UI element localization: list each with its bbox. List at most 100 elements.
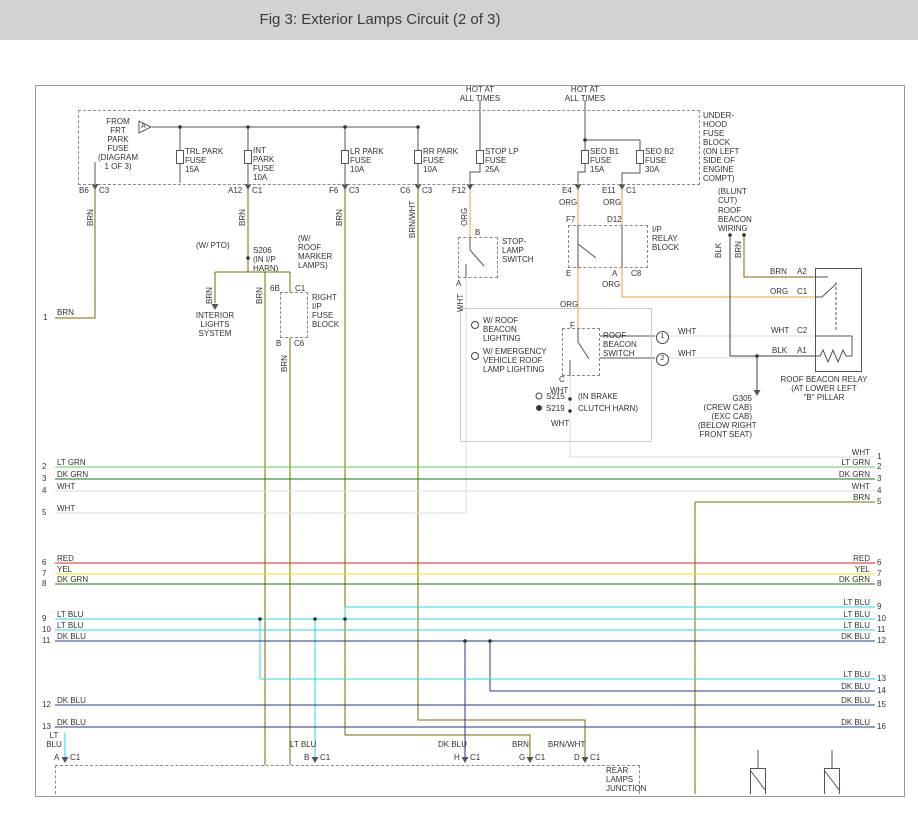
row-right-num-6: 6 bbox=[877, 558, 881, 567]
pin-e11-c1: C1 bbox=[626, 186, 636, 195]
circled-2: 2 bbox=[656, 353, 669, 366]
row-right-num-2: 2 bbox=[877, 462, 881, 471]
pin-a2: A2 bbox=[797, 267, 807, 276]
row-right-label-7: YEL bbox=[830, 565, 870, 574]
pin-f6: F6 bbox=[329, 186, 338, 195]
row-left-num-13: 13 bbox=[42, 722, 51, 731]
wiring-diagram-page: Fig 3: Exterior Lamps Circuit (2 of 3) H… bbox=[0, 0, 918, 820]
row-left-label-2: LT GRN bbox=[57, 458, 86, 467]
note-w-pto: (W/ PTO) bbox=[196, 241, 230, 250]
row-left-label-6: RED bbox=[57, 554, 74, 563]
roof-beacon-switch-label: ROOF BEACON SWITCH bbox=[603, 331, 637, 358]
conn-a-c1: C1 bbox=[70, 753, 80, 762]
row-left-num-3: 3 bbox=[42, 474, 46, 483]
row-left-label-4: WHT bbox=[57, 482, 75, 491]
pin-a: A bbox=[612, 269, 617, 278]
fuse-seo-b2-label: SEO B2 FUSE 30A bbox=[645, 147, 674, 174]
wire-brn-f6: BRN bbox=[335, 209, 344, 226]
row-right-label-10: LT BLU bbox=[830, 610, 870, 619]
row-left-label-9: LT BLU bbox=[57, 610, 83, 619]
wire-wht-circ2: WHT bbox=[678, 349, 696, 358]
interior-lights-system-label: INTERIOR LIGHTS SYSTEM bbox=[188, 311, 242, 338]
hot-at-all-times-1: HOT AT ALL TIMES bbox=[452, 85, 508, 103]
pin-c8: C8 bbox=[631, 269, 641, 278]
row-right-num-7: 7 bbox=[877, 569, 881, 578]
row-left-num-9: 9 bbox=[42, 614, 46, 623]
row-right-num-9: 9 bbox=[877, 602, 881, 611]
row-right-num-13: 13 bbox=[877, 674, 886, 683]
conn-d-pin: D bbox=[574, 753, 580, 762]
pin-f6-c3: C3 bbox=[349, 186, 359, 195]
row-left-label-8: DK GRN bbox=[57, 575, 88, 584]
row-left-num-7: 7 bbox=[42, 569, 46, 578]
wire-brnwht-c6: BRN/WHT bbox=[408, 201, 417, 238]
pin-c6: C6 bbox=[400, 186, 410, 195]
row-right-label-9: LT BLU bbox=[830, 598, 870, 607]
row-right-num-11: 11 bbox=[877, 625, 885, 634]
conn-b-c1: C1 bbox=[320, 753, 330, 762]
note-in-brake: (IN BRAKE bbox=[578, 392, 618, 401]
row-right-num-3: 3 bbox=[877, 474, 881, 483]
note-w-roof-marker-lamps: (W/ ROOF MARKER LAMPS) bbox=[298, 234, 332, 270]
conn-g-pin: G bbox=[519, 753, 525, 762]
note-clutch-harn: CLUTCH HARN) bbox=[578, 404, 638, 413]
pin-6b: 6B bbox=[270, 284, 280, 293]
pin-a12: A12 bbox=[228, 186, 242, 195]
splice-s206-label: S206 (IN I/P HARN) bbox=[253, 246, 278, 273]
row-left-num-6: 6 bbox=[42, 558, 46, 567]
wire-org-a: ORG bbox=[602, 280, 620, 289]
row-left-num-2: 2 bbox=[42, 462, 46, 471]
row-left-num-11: 11 bbox=[42, 636, 50, 645]
wire-org-e: ORG bbox=[560, 300, 578, 309]
wire-org-e4: ORG bbox=[559, 198, 577, 207]
conn-g-c1: C1 bbox=[535, 753, 545, 762]
row-left-num-4: 4 bbox=[42, 486, 46, 495]
fuse-lr-park-label: LR PARK FUSE 10A bbox=[350, 147, 384, 174]
pin-b6-c3: C3 bbox=[99, 186, 109, 195]
row-right-label-15: DK BLU bbox=[830, 696, 870, 705]
wire-brn-a12: BRN bbox=[238, 209, 247, 226]
row-right-num-15: 15 bbox=[877, 700, 886, 709]
pin-stop-a: A bbox=[456, 279, 461, 288]
pin-d12: D12 bbox=[607, 215, 622, 224]
wire-wht-stop: WHT bbox=[456, 294, 465, 312]
conn-g-wire-label: BRN bbox=[512, 740, 529, 749]
row-right-label-4: WHT bbox=[830, 482, 870, 491]
conn-a-pin: A bbox=[54, 753, 59, 762]
row-right-num-10: 10 bbox=[877, 614, 886, 623]
conn-b-pin: B bbox=[304, 753, 309, 762]
wire-brn-s206: BRN bbox=[255, 287, 264, 304]
row-right-num-14: 14 bbox=[877, 686, 886, 695]
pin-e4: E4 bbox=[562, 186, 572, 195]
row-left-label-3: DK GRN bbox=[57, 470, 88, 479]
pin-c1: C1 bbox=[797, 287, 807, 296]
row-left-label-7: YEL bbox=[57, 565, 72, 574]
pin-f12: F12 bbox=[452, 186, 466, 195]
row-left-num-10: 10 bbox=[42, 625, 51, 634]
row-right-label-3: DK GRN bbox=[830, 470, 870, 479]
pin-b: B bbox=[276, 339, 281, 348]
ip-relay-block-label: I/P RELAY BLOCK bbox=[652, 225, 679, 252]
circled-1: 1 bbox=[656, 331, 669, 344]
pin-stop-b: B bbox=[475, 228, 480, 237]
underhood-fuse-block-label: UNDER- HOOD FUSE BLOCK (ON LEFT SIDE OF … bbox=[703, 111, 739, 183]
row-left-label-12: DK BLU bbox=[57, 696, 86, 705]
row-right-num-12: 12 bbox=[877, 636, 886, 645]
pin-a1: A1 bbox=[797, 346, 807, 355]
row-right-label-8: DK GRN bbox=[830, 575, 870, 584]
row-right-num-5: 5 bbox=[877, 497, 881, 506]
row-right-label-2: LT GRN bbox=[830, 458, 870, 467]
pin-a12-c1: C1 bbox=[252, 186, 262, 195]
wire-blk-blunt: BLK bbox=[714, 243, 723, 258]
pin-b6: B6 bbox=[79, 186, 89, 195]
wire-org-e11: ORG bbox=[603, 198, 621, 207]
row-left-label-5: WHT bbox=[57, 504, 75, 513]
wire-org-c1: ORG bbox=[770, 287, 788, 296]
row-left-num-12: 12 bbox=[42, 700, 51, 709]
wire-wht-circ1: WHT bbox=[678, 327, 696, 336]
wire-brn-ip-fuse: BRN bbox=[280, 355, 289, 372]
roof-beacon-relay-label: ROOF BEACON RELAY (AT LOWER LEFT "B" PIL… bbox=[776, 375, 872, 402]
fuse-seo-b1-label: SEO B1 FUSE 15A bbox=[590, 147, 619, 174]
wire-brn-b6: BRN bbox=[86, 209, 95, 226]
row-right-label-11: LT BLU bbox=[830, 621, 870, 630]
